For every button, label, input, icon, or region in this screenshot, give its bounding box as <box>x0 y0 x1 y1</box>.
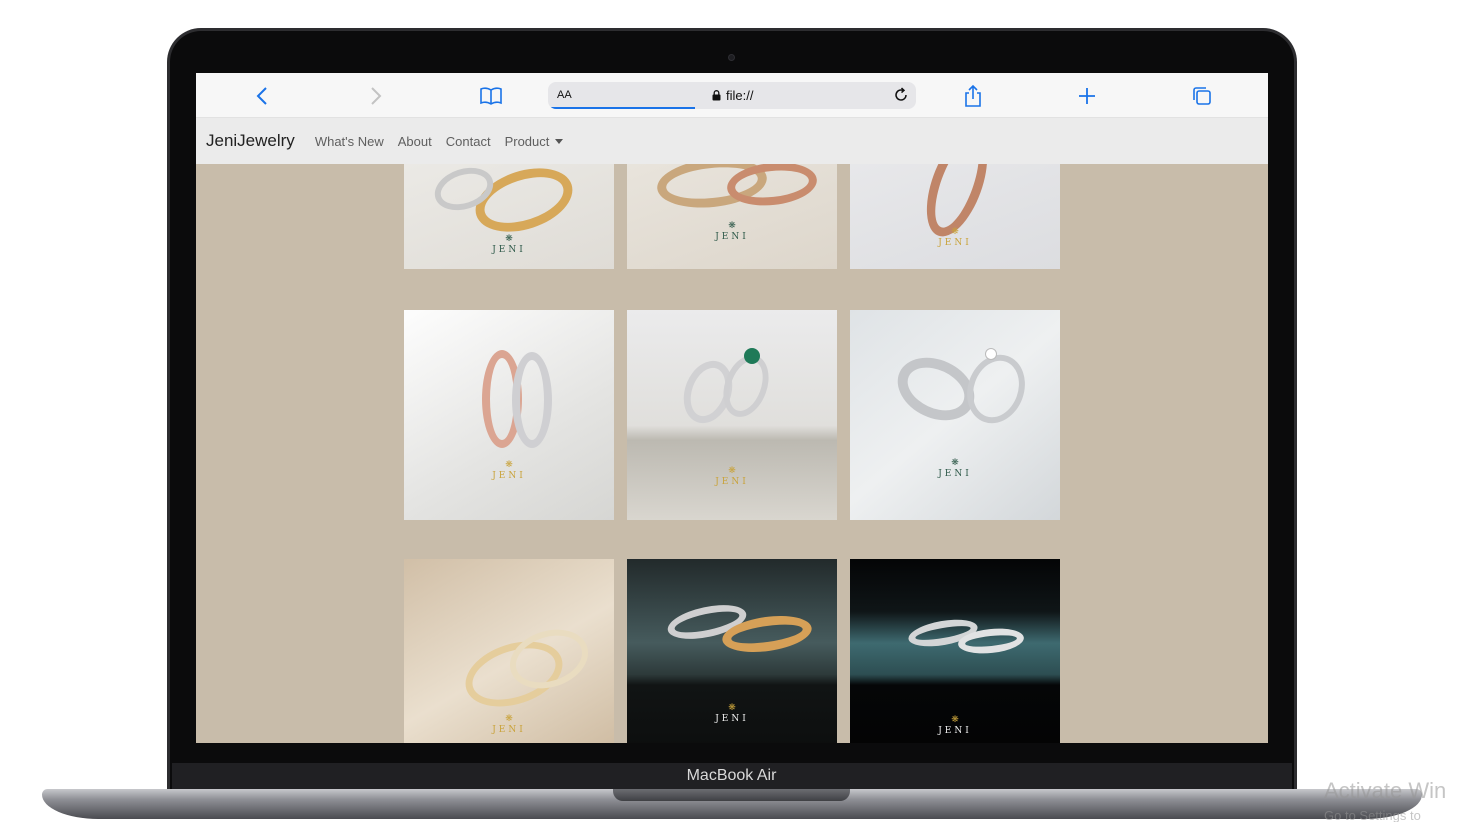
jeni-logo: ❋ JENI <box>850 458 1060 479</box>
nav-contact[interactable]: Contact <box>446 134 491 149</box>
jeni-logo: ❋ JENI <box>850 715 1060 736</box>
jeni-logo-text: JENI <box>938 238 972 248</box>
jeni-logo: ❋ JENI <box>627 221 837 242</box>
jeni-logo-text: JENI <box>715 232 749 242</box>
jeni-logo: ❋ JENI <box>404 714 614 735</box>
url-text: file:// <box>712 88 753 103</box>
nav-whats-new[interactable]: What's New <box>315 134 384 149</box>
jeni-logo-mark-icon: ❋ <box>728 221 736 231</box>
nav-product-dropdown[interactable]: Product <box>505 134 564 149</box>
jeni-logo-text: JENI <box>492 471 526 481</box>
plus-icon <box>1079 88 1095 104</box>
activate-windows-watermark: Activate Win <box>1324 778 1447 803</box>
page-load-progress <box>548 107 695 109</box>
bookmarks-button[interactable] <box>477 82 505 110</box>
gallery-tile-9[interactable]: ❋ JENI <box>850 559 1060 743</box>
share-icon <box>965 84 981 107</box>
jeni-logo-mark-icon: ❋ <box>951 458 959 468</box>
nav-product-label: Product <box>504 133 550 149</box>
jeni-logo-mark-icon: ❋ <box>728 466 736 476</box>
jeni-logo: ❋ JENI <box>627 703 837 724</box>
site-brand[interactable]: JeniJewelry <box>206 131 295 151</box>
jeni-logo-text: JENI <box>492 725 526 735</box>
gallery-tile-5[interactable]: ❋ JENI <box>627 310 837 520</box>
emerald-gem-icon <box>744 348 760 364</box>
gallery-tile-2[interactable]: ❋ JENI <box>627 164 837 269</box>
back-button[interactable] <box>248 82 276 110</box>
jeni-logo-mark-icon: ❋ <box>505 460 513 470</box>
book-icon <box>480 87 502 105</box>
lock-icon <box>712 90 721 101</box>
tabs-icon <box>1193 87 1211 105</box>
jeni-logo-text: JENI <box>492 245 526 255</box>
jeni-logo-mark-icon: ❋ <box>728 703 736 713</box>
share-button[interactable] <box>959 82 987 110</box>
jeni-logo: ❋ JENI <box>404 234 614 255</box>
jeni-logo-text: JENI <box>938 726 972 736</box>
gallery-tile-6[interactable]: ❋ JENI <box>850 310 1060 520</box>
activate-windows-subtext: Go to Settings to <box>1324 808 1421 822</box>
gallery-tile-7[interactable]: ❋ JENI <box>404 559 614 743</box>
jeni-logo-mark-icon: ❋ <box>951 227 959 237</box>
webcam <box>728 54 735 61</box>
jeni-logo-text: JENI <box>715 477 749 487</box>
gallery-tile-8[interactable]: ❋ JENI <box>627 559 837 743</box>
jeni-logo-mark-icon: ❋ <box>505 234 513 244</box>
forward-button[interactable] <box>362 82 390 110</box>
jeni-logo: ❋ JENI <box>627 466 837 487</box>
reload-icon[interactable] <box>893 87 909 103</box>
chevron-left-icon <box>256 87 267 105</box>
nav-about[interactable]: About <box>398 134 432 149</box>
gallery-tile-3[interactable]: ❋ JENI <box>850 164 1060 269</box>
jeni-logo-text: JENI <box>715 714 749 724</box>
rose-ring-icon <box>725 164 819 210</box>
product-gallery: ❋ JENI ❋ JENI ❋ JENI ❋ JENI ❋ JENI ❋ JEN… <box>404 164 1060 743</box>
desktop-mockup: AA file:// JeniJewelry What's New About … <box>0 0 1463 822</box>
jeni-logo-text: JENI <box>938 469 972 479</box>
solitaire-ring-icon <box>957 346 1035 432</box>
site-navbar: JeniJewelry What's New About Contact Pro… <box>196 118 1268 164</box>
jeni-logo-mark-icon: ❋ <box>951 715 959 725</box>
gallery-tile-1[interactable]: ❋ JENI <box>404 164 614 269</box>
browser-toolbar: AA file:// <box>196 73 1268 118</box>
caret-down-icon <box>555 138 564 144</box>
jeni-logo-mark-icon: ❋ <box>505 714 513 724</box>
address-bar[interactable]: AA file:// <box>548 82 916 109</box>
laptop-hinge-notch <box>613 789 850 801</box>
diamond-gem-icon <box>985 348 997 360</box>
browser-screen: AA file:// JeniJewelry What's New About … <box>196 73 1268 743</box>
gallery-tile-4[interactable]: ❋ JENI <box>404 310 614 520</box>
tabs-overview-button[interactable] <box>1188 82 1216 110</box>
jeni-logo: ❋ JENI <box>850 227 1060 248</box>
silver-ring-icon <box>512 352 552 448</box>
device-label: MacBook Air <box>686 767 777 784</box>
jeni-logo: ❋ JENI <box>404 460 614 481</box>
url-value: file:// <box>726 88 754 103</box>
chevron-right-icon <box>371 87 382 105</box>
new-tab-button[interactable] <box>1073 82 1101 110</box>
reader-mode-button[interactable]: AA <box>557 89 572 101</box>
